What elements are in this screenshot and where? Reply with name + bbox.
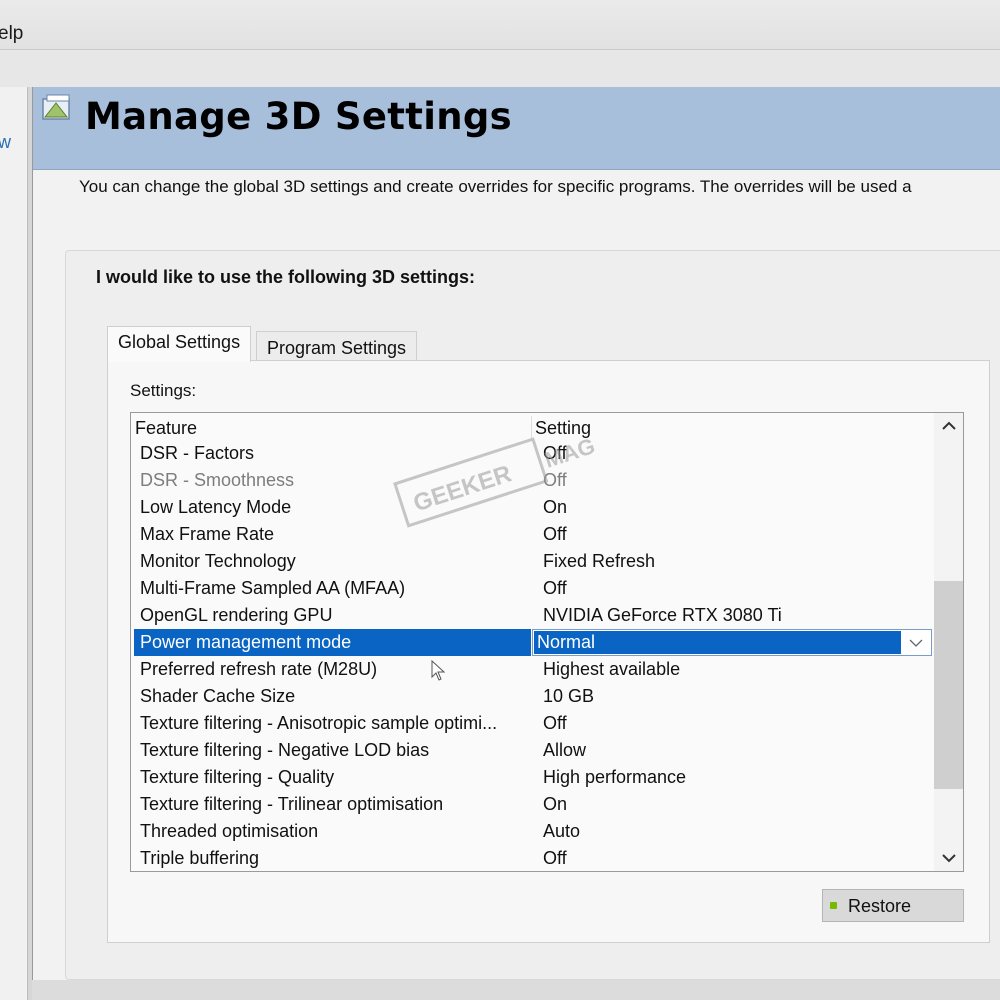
row-setting: Off [543, 578, 567, 598]
row-feature: Low Latency Mode [140, 497, 292, 517]
row-feature: Texture filtering - Quality [140, 767, 335, 787]
dropdown-value: Normal [537, 632, 596, 652]
task-link[interactable]: w [0, 132, 11, 153]
table-row-selected[interactable]: Power management mode Normal [134, 629, 933, 656]
group-heading: I would like to use the following 3D set… [96, 267, 476, 287]
restore-button[interactable]: Restore [822, 889, 964, 922]
row-feature: Preferred refresh rate (M28U) [140, 659, 378, 679]
row-feature: DSR - Factors [140, 443, 255, 463]
column-header-feature[interactable]: Feature [135, 418, 197, 439]
row-feature: Monitor Technology [140, 551, 296, 571]
chevron-up-icon[interactable] [941, 419, 957, 433]
row-setting: Off [543, 713, 567, 733]
row-feature: DSR - Smoothness [140, 470, 295, 490]
row-setting: Off [543, 848, 567, 868]
table-row[interactable]: Low Latency Mode On [134, 494, 933, 521]
table-row[interactable]: Texture filtering - Quality High perform… [134, 764, 933, 791]
main-panel: Manage 3D Settings You can change the gl… [32, 87, 1000, 980]
watermark-text-2: MAG [541, 433, 598, 473]
row-setting: Auto [543, 821, 581, 841]
table-row[interactable]: OpenGL rendering GPU NVIDIA GeForce RTX … [134, 602, 933, 629]
setting-dropdown[interactable]: Normal [532, 629, 932, 656]
menu-help[interactable]: elp [0, 23, 23, 45]
mouse-pointer-icon [431, 660, 446, 681]
row-setting: Fixed Refresh [543, 551, 656, 571]
row-setting: On [543, 497, 568, 517]
table-row[interactable]: Texture filtering - Anisotropic sample o… [134, 710, 933, 737]
tab-global-settings[interactable]: Global Settings [107, 326, 252, 362]
row-feature: Shader Cache Size [140, 686, 296, 706]
row-setting: On [543, 794, 568, 814]
row-setting: NVIDIA GeForce RTX 3080 Ti [543, 605, 782, 625]
chevron-down-icon[interactable] [909, 633, 923, 651]
task-pane: w [0, 87, 28, 1000]
row-feature: Triple buffering [140, 848, 260, 868]
restore-label: Restore [848, 896, 912, 916]
settings-group: I would like to use the following 3D set… [65, 250, 1000, 980]
3d-settings-icon [42, 94, 70, 120]
row-feature: OpenGL rendering GPU [140, 605, 333, 625]
tab-program-settings[interactable]: Program Settings [256, 331, 418, 362]
table-row[interactable]: Threaded optimisation Auto [134, 818, 933, 845]
table-row[interactable]: Triple buffering Off [134, 845, 933, 871]
row-setting: Off [543, 524, 567, 544]
row-setting: Allow [543, 740, 587, 760]
page-title: Manage 3D Settings [85, 95, 512, 138]
row-setting: Highest available [543, 659, 681, 679]
table-row[interactable]: Multi-Frame Sampled AA (MFAA) Off [134, 575, 933, 602]
table-row[interactable]: Shader Cache Size 10 GB [134, 683, 933, 710]
chevron-down-icon[interactable] [941, 851, 957, 865]
row-feature: Multi-Frame Sampled AA (MFAA) [140, 578, 406, 598]
menu-bar: elp [0, 0, 1000, 50]
toolbar-strip [0, 51, 1000, 87]
page-header: Manage 3D Settings [33, 87, 1000, 170]
row-setting: High performance [543, 767, 687, 787]
settings-label: Settings: [130, 381, 197, 400]
page-description: You can change the global 3D settings an… [79, 177, 912, 196]
vertical-scrollbar[interactable] [934, 413, 963, 871]
row-feature: Max Frame Rate [140, 524, 275, 544]
table-row[interactable]: Max Frame Rate Off [134, 521, 933, 548]
scrollbar-thumb[interactable] [934, 581, 963, 789]
row-feature: Threaded optimisation [140, 821, 319, 841]
table-row[interactable]: Texture filtering - Trilinear optimisati… [134, 791, 933, 818]
row-feature: Texture filtering - Anisotropic sample o… [140, 713, 498, 733]
table-row[interactable]: Monitor Technology Fixed Refresh [134, 548, 933, 575]
row-setting: 10 GB [543, 686, 595, 706]
table-row[interactable]: Texture filtering - Negative LOD bias Al… [134, 737, 933, 764]
nvidia-icon [830, 902, 837, 909]
status-bar [32, 980, 1000, 1000]
table-row[interactable]: Preferred refresh rate (M28U) Highest av… [134, 656, 933, 683]
row-feature: Texture filtering - Trilinear optimisati… [140, 794, 444, 814]
row-feature: Texture filtering - Negative LOD bias [140, 740, 430, 760]
row-feature: Power management mode [140, 632, 352, 652]
